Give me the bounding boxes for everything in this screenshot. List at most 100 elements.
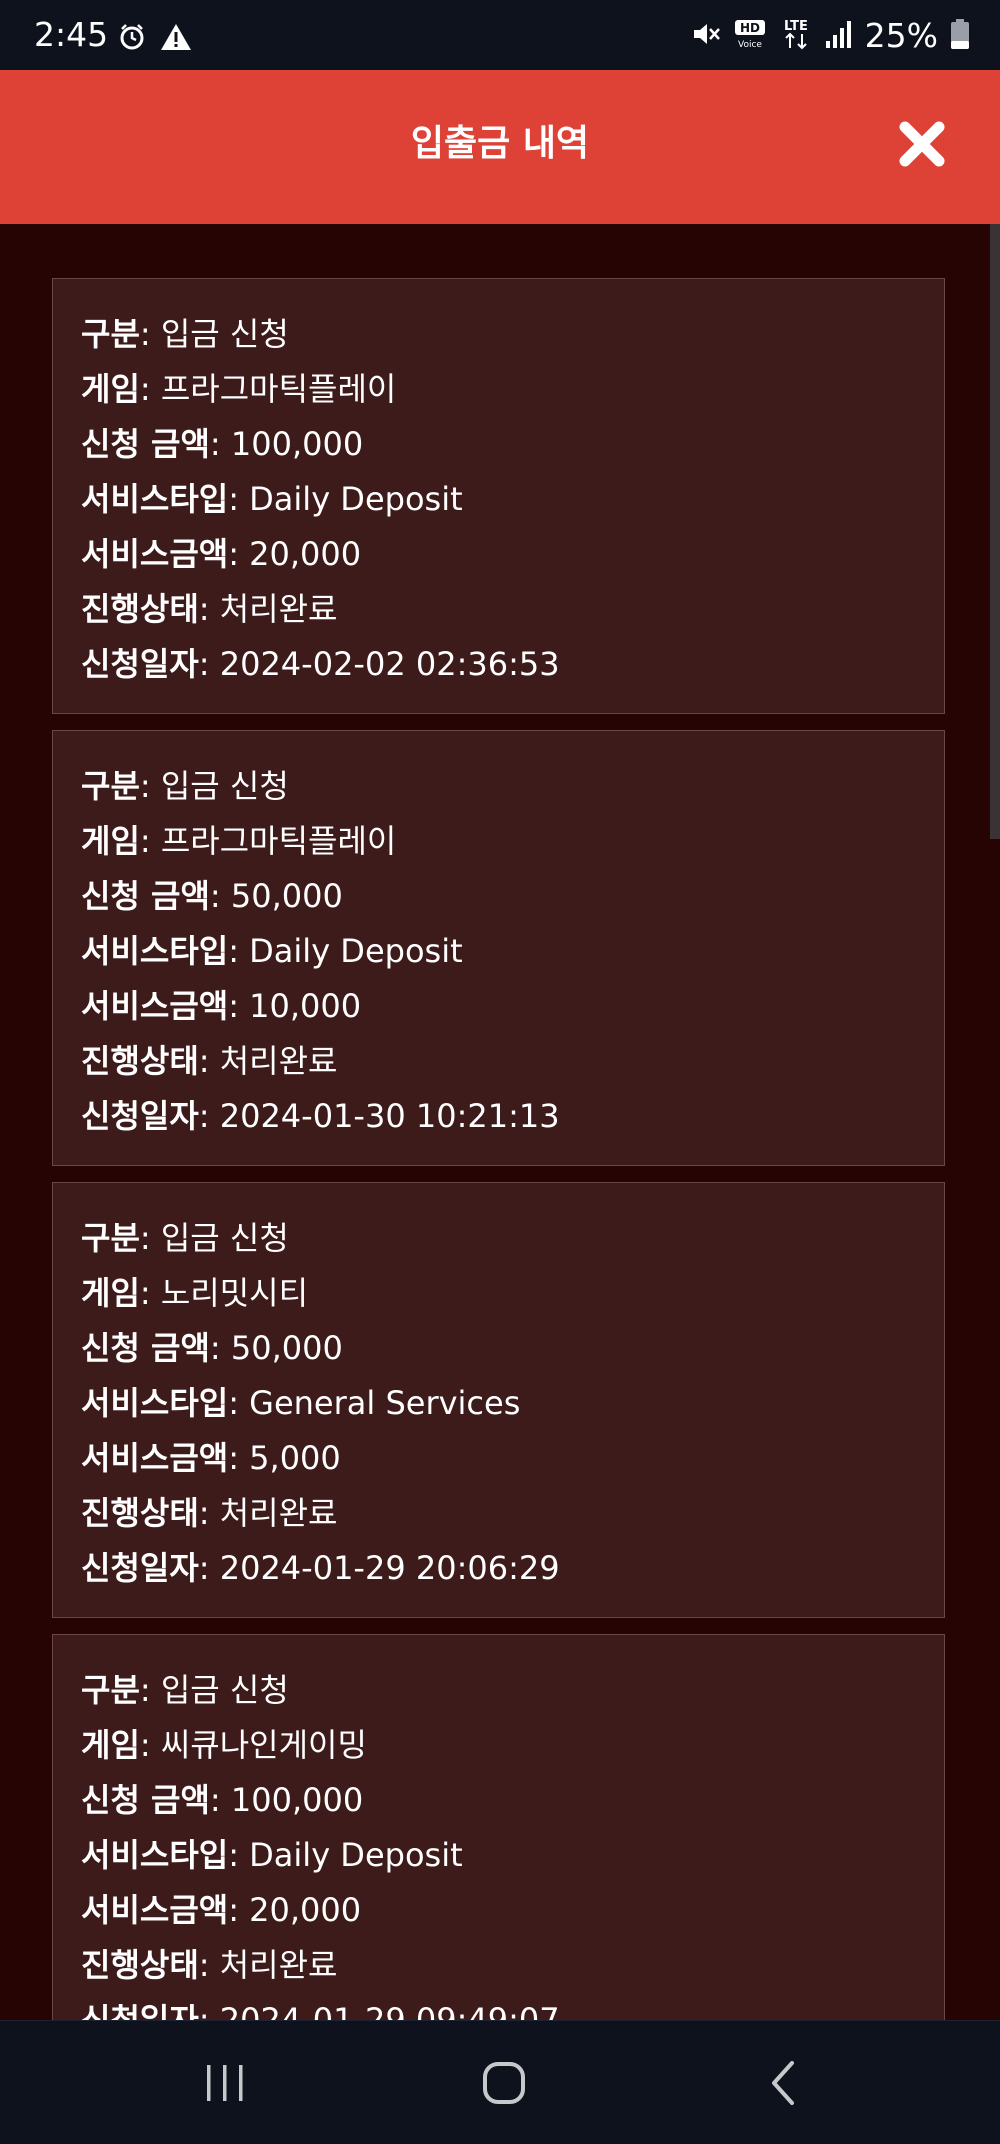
scrollbar[interactable] <box>990 224 1000 2020</box>
label-service-amount: 서비스금액 <box>81 987 229 1025</box>
status-left-icons <box>118 24 192 54</box>
battery-icon <box>950 18 970 54</box>
value-service-amount: 20,000 <box>249 535 362 573</box>
row-service-amount: 서비스금액: 10,000 <box>81 987 362 1025</box>
value-service-type: Daily Deposit <box>249 932 463 970</box>
hd-voice-icon: HD Voice <box>733 18 767 54</box>
label-type: 구분 <box>81 1671 140 1709</box>
row-status: 진행상태: 처리완료 <box>81 1946 338 1984</box>
value-status: 처리완료 <box>219 1494 338 1532</box>
label-date: 신청일자 <box>81 2001 199 2020</box>
svg-text:Voice: Voice <box>738 40 762 50</box>
row-date: 신청일자: 2024-01-30 10:21:13 <box>81 1097 560 1135</box>
value-service-amount: 10,000 <box>249 987 362 1025</box>
recent-apps-button[interactable] <box>193 2051 257 2115</box>
value-date: 2024-02-02 02:36:53 <box>219 645 560 683</box>
row-service-type: 서비스타입: Daily Deposit <box>81 932 463 970</box>
label-service-amount: 서비스금액 <box>81 1439 229 1477</box>
row-date: 신청일자: 2024-02-02 02:36:53 <box>81 645 560 683</box>
value-type: 입금 신청 <box>160 1671 289 1709</box>
value-amount: 100,000 <box>230 425 364 463</box>
label-date: 신청일자 <box>81 1097 199 1135</box>
value-type: 입금 신청 <box>160 315 289 353</box>
row-service-type: 서비스타입: General Services <box>81 1384 521 1422</box>
status-bar: 2:45 HD Voice LTE 25% <box>0 0 1000 70</box>
home-button[interactable] <box>472 2051 536 2115</box>
value-status: 처리완료 <box>219 590 338 628</box>
row-amount: 신청 금액: 50,000 <box>81 1329 343 1367</box>
scrollbar-thumb[interactable] <box>990 224 1000 839</box>
row-game: 게임: 프라그마틱플레이 <box>81 370 397 408</box>
battery-percent: 25% <box>864 16 938 55</box>
lte-icon: LTE <box>779 17 813 55</box>
value-service-type: Daily Deposit <box>249 1836 463 1874</box>
row-game: 게임: 씨큐나인게이밍 <box>81 1726 367 1764</box>
value-date: 2024-01-30 10:21:13 <box>219 1097 560 1135</box>
value-service-amount: 20,000 <box>249 1891 362 1929</box>
row-status: 진행상태: 처리완료 <box>81 1042 338 1080</box>
value-amount: 50,000 <box>230 877 343 915</box>
value-amount: 50,000 <box>230 1329 343 1367</box>
transaction-card: 구분: 입금 신청 게임: 프라그마틱플레이 신청 금액: 50,000 서비스… <box>52 730 945 1166</box>
navigation-bar <box>0 2020 1000 2144</box>
label-amount: 신청 금액 <box>81 1329 210 1367</box>
row-date: 신청일자: 2024-01-29 09:49:07 <box>81 1993 560 2020</box>
label-amount: 신청 금액 <box>81 425 210 463</box>
label-service-amount: 서비스금액 <box>81 535 229 573</box>
app-header: 입출금 내역 <box>0 70 1000 224</box>
close-button[interactable] <box>896 118 948 170</box>
back-icon <box>752 2061 816 2119</box>
value-service-type: Daily Deposit <box>249 480 463 518</box>
label-status: 진행상태 <box>81 590 199 628</box>
status-right-icons: HD Voice LTE 25% <box>691 18 970 54</box>
label-game: 게임 <box>81 370 140 408</box>
mute-icon <box>691 19 721 53</box>
label-date: 신청일자 <box>81 1549 199 1587</box>
value-game: 노리밋시티 <box>160 1274 309 1312</box>
warning-icon <box>160 23 192 55</box>
label-status: 진행상태 <box>81 1946 199 1984</box>
value-status: 처리완료 <box>219 1042 338 1080</box>
row-type: 구분: 입금 신청 <box>81 315 289 353</box>
value-game: 씨큐나인게이밍 <box>160 1726 367 1764</box>
label-service-type: 서비스타입 <box>81 932 229 970</box>
label-status: 진행상태 <box>81 1494 199 1532</box>
row-type: 구분: 입금 신청 <box>81 1671 289 1709</box>
row-status: 진행상태: 처리완료 <box>81 590 338 628</box>
value-type: 입금 신청 <box>160 767 289 805</box>
label-amount: 신청 금액 <box>81 877 210 915</box>
back-button[interactable] <box>752 2051 816 2115</box>
value-amount: 100,000 <box>230 1781 364 1819</box>
row-amount: 신청 금액: 100,000 <box>81 425 364 463</box>
transaction-card: 구분: 입금 신청 게임: 노리밋시티 신청 금액: 50,000 서비스타입:… <box>52 1182 945 1618</box>
home-icon <box>472 2062 536 2119</box>
row-type: 구분: 입금 신청 <box>81 767 289 805</box>
row-service-amount: 서비스금액: 5,000 <box>81 1439 341 1477</box>
value-game: 프라그마틱플레이 <box>160 370 397 408</box>
label-date: 신청일자 <box>81 645 199 683</box>
label-service-type: 서비스타입 <box>81 480 229 518</box>
value-service-type: General Services <box>249 1384 521 1422</box>
value-type: 입금 신청 <box>160 1219 289 1257</box>
label-service-amount: 서비스금액 <box>81 1891 229 1929</box>
page-title: 입출금 내역 <box>410 123 590 164</box>
label-service-type: 서비스타입 <box>81 1384 229 1422</box>
transaction-list[interactable]: 구분: 입금 신청 게임: 프라그마틱플레이 신청 금액: 100,000 서비… <box>0 224 990 2020</box>
label-game: 게임 <box>81 822 140 860</box>
row-game: 게임: 노리밋시티 <box>81 1274 309 1312</box>
row-service-type: 서비스타입: Daily Deposit <box>81 480 463 518</box>
label-service-type: 서비스타입 <box>81 1836 229 1874</box>
row-game: 게임: 프라그마틱플레이 <box>81 822 397 860</box>
label-game: 게임 <box>81 1274 140 1312</box>
transaction-card: 구분: 입금 신청 게임: 프라그마틱플레이 신청 금액: 100,000 서비… <box>52 278 945 714</box>
status-time: 2:45 <box>34 15 109 54</box>
transaction-card: 구분: 입금 신청 게임: 씨큐나인게이밍 신청 금액: 100,000 서비스… <box>52 1634 945 2020</box>
row-service-amount: 서비스금액: 20,000 <box>81 1891 362 1929</box>
value-date: 2024-01-29 20:06:29 <box>219 1549 560 1587</box>
row-amount: 신청 금액: 100,000 <box>81 1781 364 1819</box>
row-date: 신청일자: 2024-01-29 20:06:29 <box>81 1549 560 1587</box>
row-service-type: 서비스타입: Daily Deposit <box>81 1836 463 1874</box>
label-type: 구분 <box>81 767 140 805</box>
label-game: 게임 <box>81 1726 140 1764</box>
row-amount: 신청 금액: 50,000 <box>81 877 343 915</box>
